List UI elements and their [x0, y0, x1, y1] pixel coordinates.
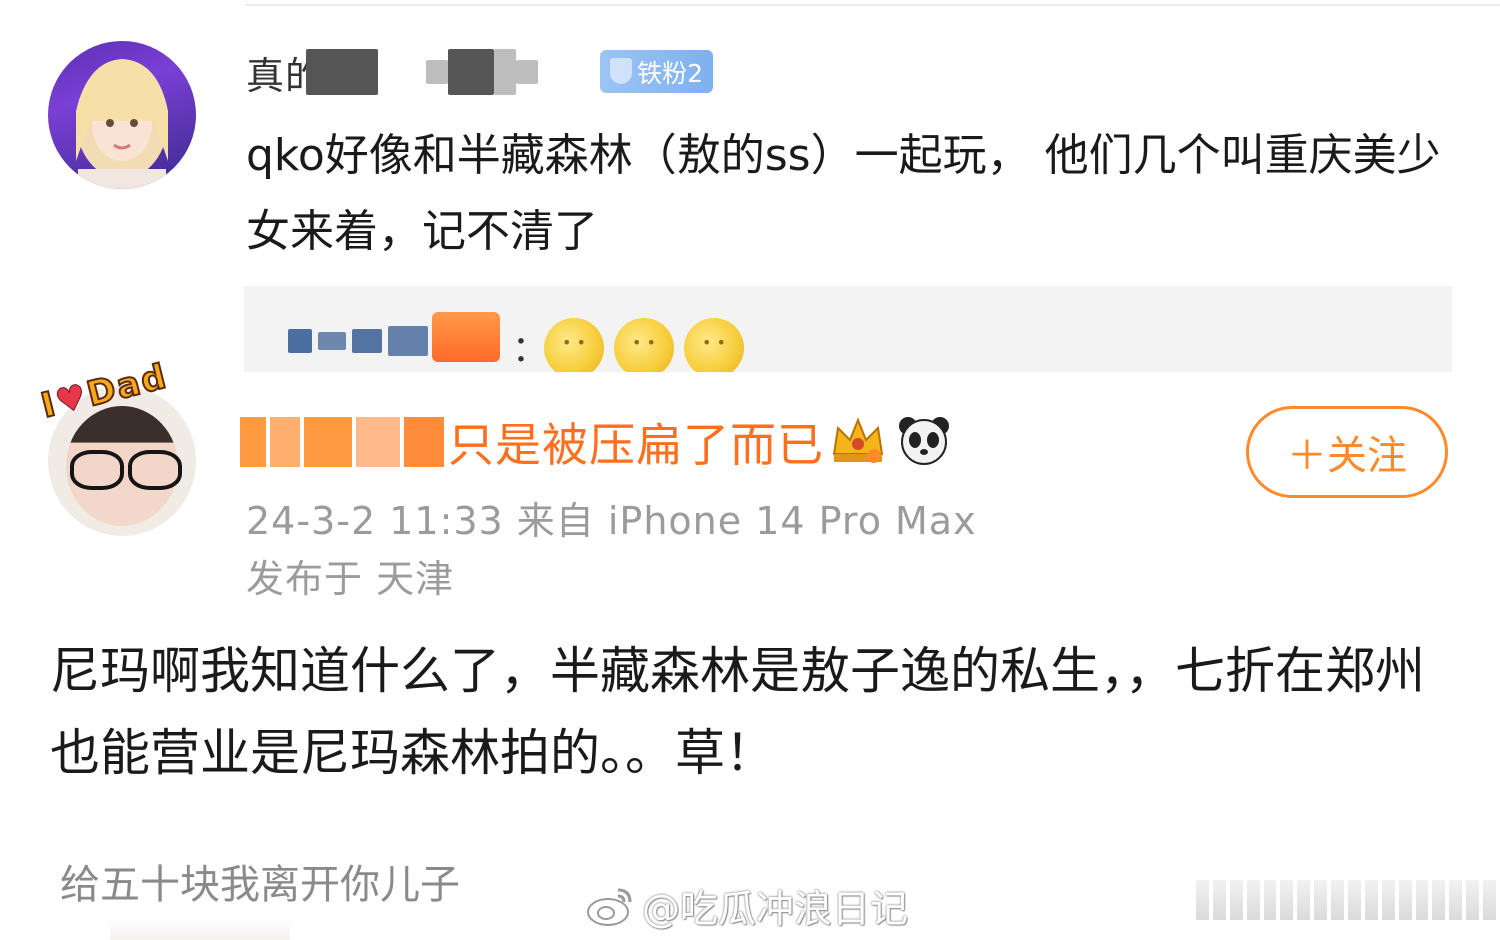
- panda-icon: [899, 417, 949, 465]
- reply-username-redacted: [288, 326, 428, 356]
- glasses-icon: [128, 450, 182, 490]
- redaction-mosaic: [270, 417, 300, 467]
- avatar-photo: [76, 59, 168, 189]
- redaction-mosaic: [448, 49, 495, 95]
- redaction-mosaic: [494, 49, 517, 95]
- moon-face-emoji-icon: • •: [544, 318, 604, 372]
- redaction-mosaic: [306, 49, 379, 95]
- redaction-mosaic: [288, 329, 312, 353]
- heart-icon: ♥: [51, 376, 93, 424]
- redaction-mosaic: [404, 417, 444, 467]
- redaction-mosaic: [352, 329, 382, 353]
- redaction-mosaic: [318, 332, 346, 350]
- post-location: 发布于 天津: [246, 557, 455, 601]
- moon-face-emoji-icon: • •: [684, 318, 744, 372]
- post-text: 尼玛啊我知道什么了，半藏森林是敖子逸的私生，，七折在郑州也能营业是尼玛森林拍的。…: [50, 642, 1425, 782]
- comment-username[interactable]: 真的: [246, 48, 539, 98]
- redaction-mosaic: [356, 417, 400, 467]
- username-text: 只是被压扁了而已: [448, 418, 824, 472]
- comment-text: qko好像和半藏森林（敖的ss）一起玩， 他们几个叫重庆美少女来着，记不清了: [246, 130, 1441, 257]
- post-username[interactable]: 只是被压扁了而已: [240, 410, 824, 474]
- reply-colon: ：: [512, 329, 549, 370]
- fan-level-badge: 铁粉2: [600, 50, 713, 93]
- redaction-mosaic: [304, 417, 352, 467]
- image-strip-edge: [1196, 880, 1497, 920]
- redaction-mosaic: [388, 326, 428, 356]
- crown-icon: [832, 417, 884, 463]
- follow-button[interactable]: ＋关注: [1246, 406, 1448, 498]
- watermark: @吃瓜冲浪日记: [584, 878, 908, 933]
- post-timestamp-device: 24-3-2 11:33 来自 iPhone 14 Pro Max: [246, 499, 977, 543]
- glasses-icon: [70, 450, 124, 490]
- weibo-logo-icon: [587, 888, 632, 926]
- fan-badge-label: 铁粉2: [637, 58, 703, 88]
- redaction-mosaic: [426, 60, 449, 84]
- reply-preview[interactable]: ： • • • • • •: [244, 286, 1452, 372]
- watermark-text: @吃瓜冲浪日记: [642, 887, 909, 931]
- next-comment-image-edge: [110, 920, 290, 940]
- redaction-mosaic: [516, 60, 539, 84]
- next-comment-preview[interactable]: 给五十块我离开你儿子: [60, 852, 460, 910]
- moon-face-emoji-icon: • •: [614, 318, 674, 372]
- shield-icon: [610, 58, 632, 84]
- divider: [245, 4, 1500, 6]
- avatar[interactable]: [48, 41, 196, 189]
- redaction-mosaic: [240, 417, 266, 467]
- redaction-mosaic: [432, 312, 500, 362]
